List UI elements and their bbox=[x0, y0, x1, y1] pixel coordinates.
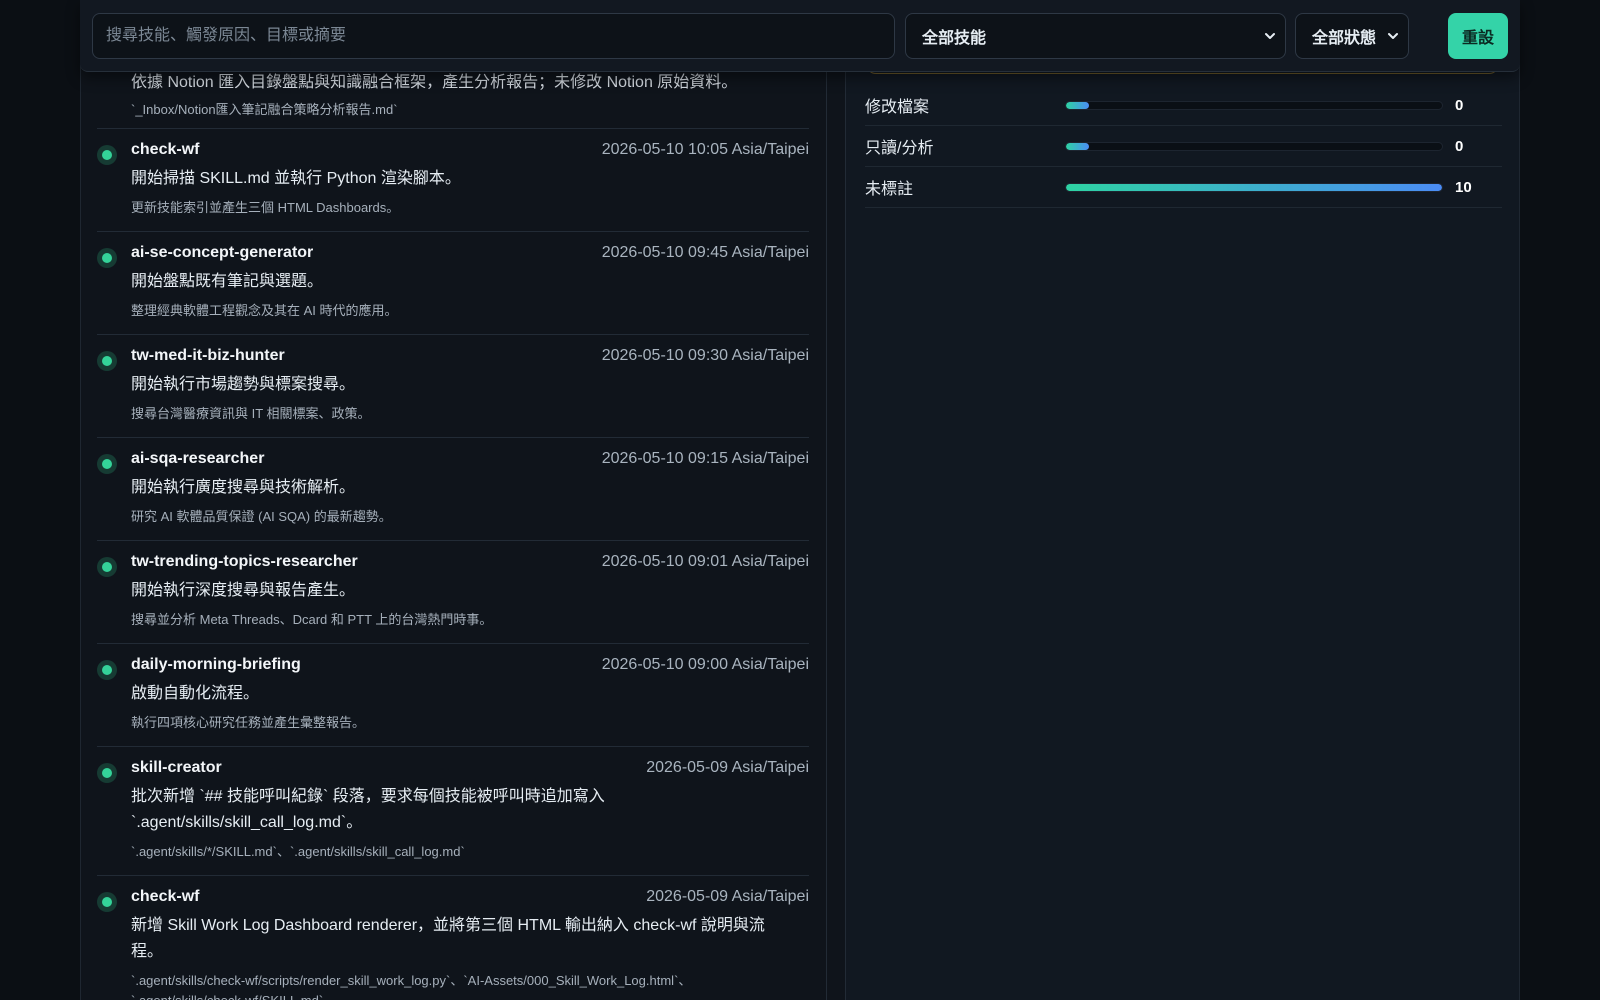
entry-skill-name: skill-creator bbox=[131, 759, 222, 776]
work-log-panel: 依據 Notion 匯入目錄盤點與知識融合框架，產生分析報告；未修改 Notio… bbox=[81, 0, 827, 1000]
entry-summary: 開始執行廣度搜尋與技術解析。 bbox=[131, 479, 356, 496]
stat-bar bbox=[1065, 100, 1443, 110]
entry-timestamp: 2026-05-10 10:05 Asia/Taipei bbox=[601, 141, 809, 158]
entry-skill-name: tw-trending-topics-researcher bbox=[131, 553, 358, 570]
search-input[interactable] bbox=[92, 13, 895, 59]
filter-toolbar: 全部技能 全部狀態 重設 bbox=[80, 0, 1520, 72]
log-entry-partial[interactable]: 依據 Notion 匯入目錄盤點與知識融合框架，產生分析報告；未修改 Notio… bbox=[97, 64, 809, 129]
entry-timestamp: 2026-05-10 09:15 Asia/Taipei bbox=[601, 450, 809, 467]
chevron-down-icon bbox=[1388, 33, 1398, 39]
log-entry[interactable]: ai-se-concept-generator 2026-05-10 09:45 … bbox=[97, 232, 809, 335]
log-entry[interactable]: tw-med-it-biz-hunter 2026-05-10 09:30 Asi… bbox=[97, 335, 809, 438]
entry-summary: 啟動自動化流程。 bbox=[131, 685, 260, 702]
entry-timestamp: 2026-05-10 09:00 Asia/Taipei bbox=[601, 656, 809, 673]
stat-row-modified: 修改檔案 0 bbox=[865, 85, 1502, 126]
entry-detail: 整理經典軟體工程觀念及其在 AI 時代的應用。 bbox=[131, 303, 398, 318]
entry-skill-name: check-wf bbox=[131, 141, 200, 158]
entry-skill-name: daily-morning-briefing bbox=[131, 656, 301, 673]
skill-filter-select[interactable]: 全部技能 bbox=[905, 13, 1286, 59]
entry-summary: 開始盤點既有筆記與選題。 bbox=[131, 273, 324, 290]
status-dot-icon bbox=[97, 248, 117, 268]
stats-panel: 修改檔案 0 只讀/分析 0 未標註 10 bbox=[845, 0, 1519, 1000]
entry-detail: 更新技能索引並產生三個 HTML Dashboards。 bbox=[131, 200, 400, 215]
entry-detail: 執行四項核心研究任務並產生彙整報告。 bbox=[131, 715, 366, 730]
entry-timestamp: 2026-05-10 09:30 Asia/Taipei bbox=[601, 347, 809, 364]
entry-detail: `_Inbox/Notion匯入筆記融合策略分析報告.md` bbox=[131, 102, 398, 117]
stats-list: 修改檔案 0 只讀/分析 0 未標註 10 bbox=[865, 85, 1502, 208]
entry-skill-name: tw-med-it-biz-hunter bbox=[131, 347, 285, 364]
entry-detail: 搜尋台灣醫療資訊與 IT 相關標案、政策。 bbox=[131, 406, 371, 421]
status-dot-icon bbox=[97, 763, 117, 783]
stat-value: 0 bbox=[1455, 96, 1464, 114]
entry-summary: 批次新增 `## 技能呼叫紀錄` 段落，要求每個技能被呼叫時追加寫入 `.age… bbox=[131, 788, 605, 831]
status-filter-select[interactable]: 全部狀態 bbox=[1295, 13, 1409, 59]
stat-value: 10 bbox=[1455, 178, 1472, 196]
status-dot-icon bbox=[97, 145, 117, 165]
entry-skill-name: check-wf bbox=[131, 888, 200, 905]
stat-label: 修改檔案 bbox=[865, 99, 930, 116]
stat-bar-fill bbox=[1066, 183, 1442, 191]
status-dot-icon bbox=[97, 557, 117, 577]
entry-detail: 研究 AI 軟體品質保證 (AI SQA) 的最新趨勢。 bbox=[131, 509, 392, 524]
status-dot-icon bbox=[97, 454, 117, 474]
stat-row-unlabeled: 未標註 10 bbox=[865, 167, 1502, 208]
status-dot-icon bbox=[97, 660, 117, 680]
stat-bar-fill bbox=[1066, 142, 1089, 150]
stat-value: 0 bbox=[1455, 137, 1464, 155]
entry-summary: 開始執行深度搜尋與報告產生。 bbox=[131, 582, 356, 599]
stat-label: 未標註 bbox=[865, 181, 914, 198]
log-entry[interactable]: skill-creator 2026-05-09 Asia/Taipei 批次新增 … bbox=[97, 747, 809, 876]
entry-detail: 搜尋並分析 Meta Threads、Dcard 和 PTT 上的台灣熱門時事。 bbox=[131, 612, 493, 627]
entry-summary: 開始執行市場趨勢與標案搜尋。 bbox=[131, 376, 356, 393]
status-dot-icon bbox=[97, 892, 117, 912]
status-filter-value: 全部狀態 bbox=[1312, 30, 1377, 47]
entry-summary: 開始掃描 SKILL.md 並執行 Python 渲染腳本。 bbox=[131, 170, 461, 187]
stat-bar bbox=[1065, 182, 1443, 192]
entry-skill-name: ai-se-concept-generator bbox=[131, 244, 314, 261]
entry-timestamp: 2026-05-09 Asia/Taipei bbox=[646, 888, 809, 905]
stat-bar-fill bbox=[1066, 101, 1089, 109]
entry-timestamp: 2026-05-09 Asia/Taipei bbox=[646, 759, 809, 776]
entry-detail: `.agent/skills/check-wf/scripts/render_s… bbox=[131, 973, 692, 1000]
skill-filter-value: 全部技能 bbox=[922, 30, 987, 47]
log-entry[interactable]: daily-morning-briefing 2026-05-10 09:00 A… bbox=[97, 644, 809, 747]
entry-summary: 新增 Skill Work Log Dashboard renderer，並將第… bbox=[131, 917, 765, 960]
log-entry[interactable]: ai-sqa-researcher 2026-05-10 09:15 Asia/T… bbox=[97, 438, 809, 541]
entry-skill-name: ai-sqa-researcher bbox=[131, 450, 265, 467]
stat-bar bbox=[1065, 141, 1443, 151]
entry-timestamp: 2026-05-10 09:45 Asia/Taipei bbox=[601, 244, 809, 261]
reset-button[interactable]: 重設 bbox=[1448, 13, 1508, 59]
stat-row-readonly: 只讀/分析 0 bbox=[865, 126, 1502, 167]
log-entry[interactable]: check-wf 2026-05-10 10:05 Asia/Taipei 開始掃描… bbox=[97, 129, 809, 232]
chevron-down-icon bbox=[1265, 33, 1275, 39]
work-log-list: 依據 Notion 匯入目錄盤點與知識融合框架，產生分析報告；未修改 Notio… bbox=[97, 64, 809, 1000]
entry-detail: `.agent/skills/*/SKILL.md`、`.agent/skill… bbox=[131, 844, 465, 859]
log-entry[interactable]: tw-trending-topics-researcher 2026-05-10 … bbox=[97, 541, 809, 644]
stat-label: 只讀/分析 bbox=[865, 140, 934, 157]
status-dot-icon bbox=[97, 351, 117, 371]
log-entry[interactable]: check-wf 2026-05-09 Asia/Taipei 新增 Skill W… bbox=[97, 876, 809, 1000]
entry-timestamp: 2026-05-10 09:01 Asia/Taipei bbox=[601, 553, 809, 570]
